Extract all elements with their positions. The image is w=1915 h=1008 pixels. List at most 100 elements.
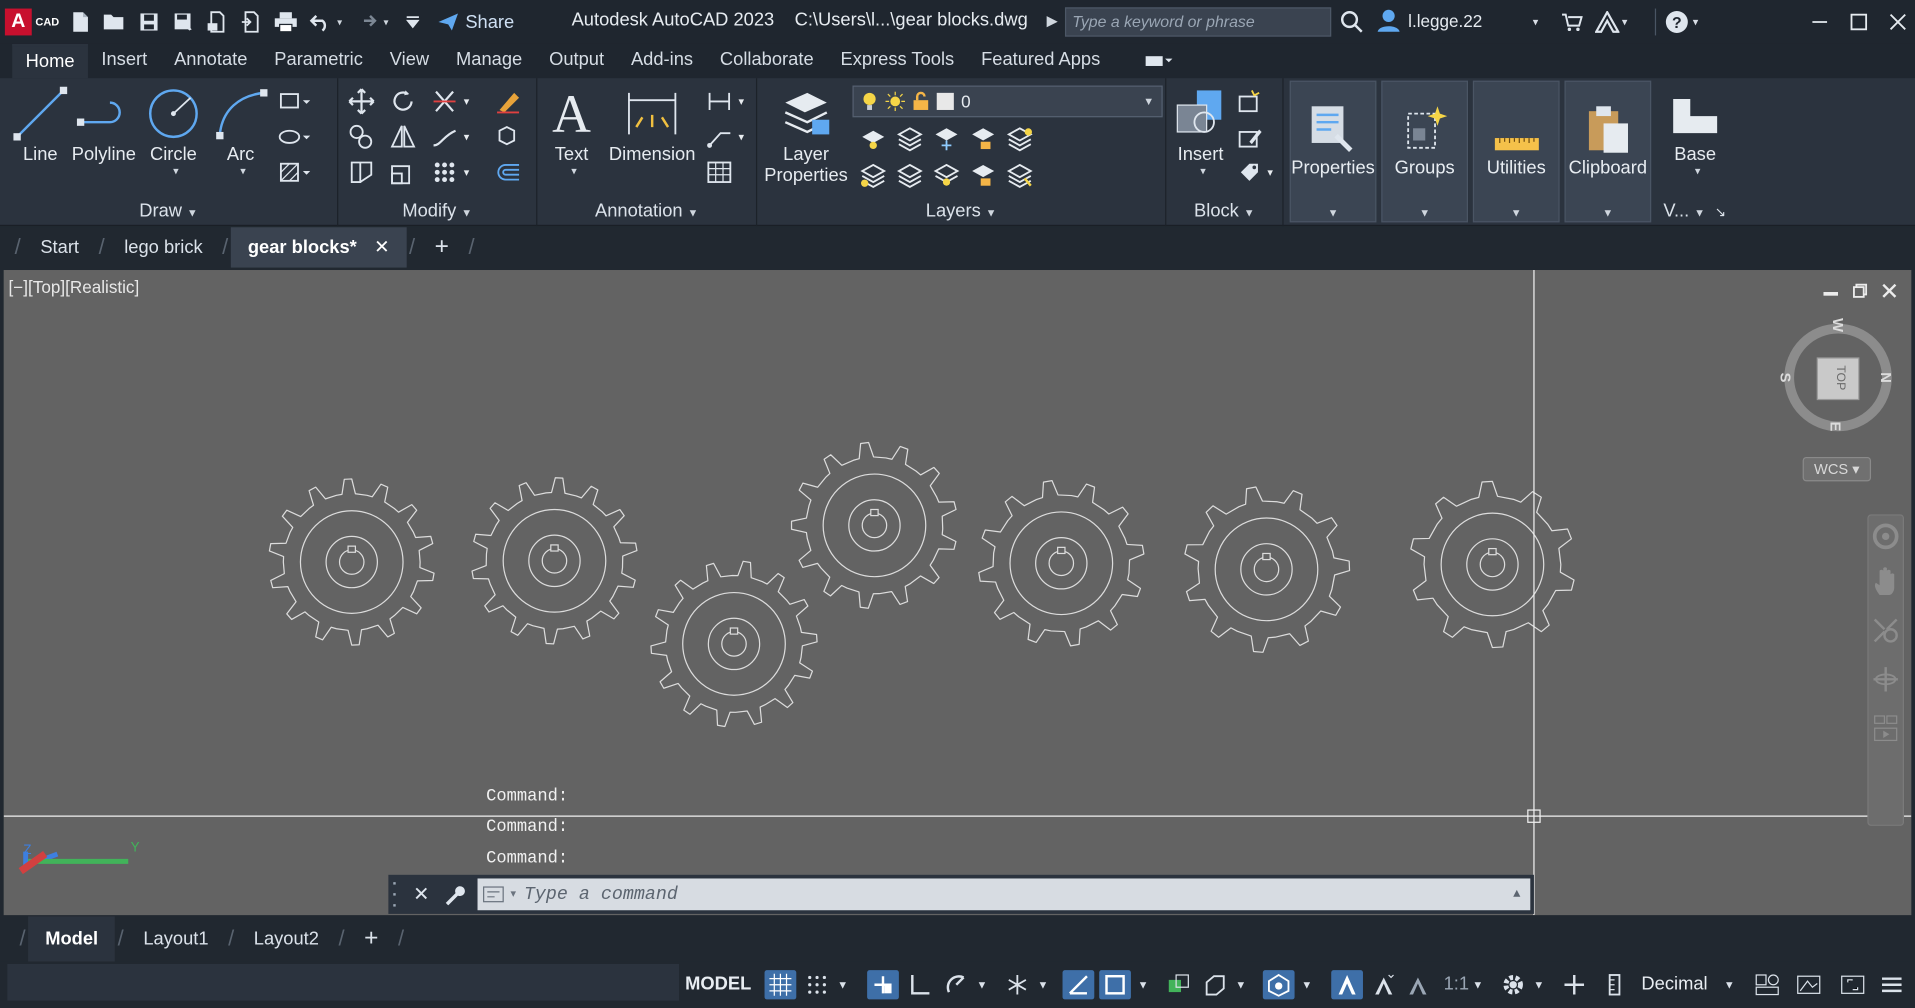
user-dropdown-icon[interactable]: ▾ — [1533, 7, 1539, 36]
circle-dropdown-icon[interactable]: ▾ — [147, 165, 206, 178]
annotation-scale-icon[interactable] — [1402, 970, 1434, 999]
tab-featured-apps[interactable]: Featured Apps — [968, 44, 1114, 78]
autodesk-app-store-icon[interactable] — [1561, 7, 1583, 36]
create-block-icon[interactable] — [1232, 86, 1269, 118]
plot-icon[interactable] — [269, 5, 303, 39]
zoom-extents-icon[interactable] — [1869, 606, 1903, 655]
dimension-button[interactable]: Dimension — [606, 83, 699, 165]
recent-commands-icon[interactable]: ▾ — [482, 885, 524, 905]
autodesk-account-icon[interactable]: ▾ — [1595, 7, 1627, 36]
table-icon[interactable] — [701, 156, 738, 188]
stretch-icon[interactable] — [343, 156, 380, 188]
offset-icon[interactable] — [490, 156, 527, 188]
polyline-button[interactable]: Polyline — [71, 83, 137, 165]
clipboard-button[interactable]: Clipboard ▼ — [1564, 80, 1652, 223]
tab-insert[interactable]: Insert — [88, 44, 161, 78]
app-logo[interactable]: A CAD — [0, 0, 64, 44]
layer-isolate-icon[interactable] — [892, 123, 929, 155]
customize-qat-icon[interactable] — [396, 5, 430, 39]
maximize-button[interactable] — [1837, 0, 1881, 44]
rectangle-icon[interactable] — [276, 86, 313, 118]
workspace-gear-icon[interactable] — [1497, 970, 1529, 999]
hatch-icon[interactable] — [276, 156, 313, 188]
move-icon[interactable] — [343, 86, 380, 118]
make-current-icon[interactable] — [855, 160, 892, 192]
ellipse-icon[interactable] — [276, 121, 313, 153]
layer-freeze-icon[interactable] — [928, 123, 965, 155]
trim-dropdown-icon[interactable]: ▾ — [458, 86, 475, 118]
minimize-button[interactable] — [1798, 0, 1842, 44]
auto-scale-icon[interactable] — [1368, 970, 1400, 999]
insert-button[interactable]: Insert ▾ — [1169, 83, 1233, 178]
drawing-viewport[interactable]: [−][Top][Realistic] Z Y TOP W E N S WCS … — [3, 270, 1912, 916]
gizmo-icon[interactable] — [1262, 970, 1295, 1000]
units-dropdown-icon[interactable]: ▼ — [1720, 970, 1740, 999]
layer-thaw-icon[interactable] — [928, 160, 965, 192]
scale-icon[interactable] — [385, 156, 422, 188]
layer-match-icon[interactable] — [1001, 123, 1038, 155]
wcs-menu[interactable]: WCS ▾ — [1802, 456, 1872, 482]
units-icon[interactable] — [1600, 970, 1632, 999]
command-history-expand-icon[interactable]: ▲ — [1513, 888, 1520, 901]
polar-dropdown-icon[interactable]: ▼ — [972, 970, 992, 999]
panel-launcher-icon[interactable]: ↘ — [1715, 205, 1726, 220]
object-snap-icon[interactable] — [1099, 970, 1131, 1000]
file-tab-start[interactable]: Start — [23, 227, 96, 267]
file-tab-lego-brick[interactable]: lego brick — [107, 227, 220, 267]
text-dropdown-icon[interactable]: ▾ — [550, 165, 599, 178]
infer-constraints-icon[interactable] — [867, 970, 899, 1000]
orbit-icon[interactable] — [1869, 655, 1903, 704]
tab-output[interactable]: Output — [536, 44, 618, 78]
command-line-grip-icon[interactable] — [393, 878, 405, 910]
polar-tracking-icon[interactable] — [940, 970, 972, 999]
arc-dropdown-icon[interactable]: ▾ — [215, 165, 271, 178]
layers-panel-title[interactable]: Layers ▼ — [757, 199, 1165, 223]
base-view-button[interactable]: Base ▾ — [1661, 83, 1729, 178]
new-file-icon[interactable] — [64, 5, 98, 39]
tab-view[interactable]: View — [376, 44, 442, 78]
command-customize-icon[interactable] — [437, 883, 471, 906]
pan-icon[interactable] — [1869, 557, 1903, 606]
explode-icon[interactable] — [490, 121, 527, 153]
block-attribute-dropdown-icon[interactable]: ▾ — [1262, 156, 1279, 188]
circle-button[interactable]: Circle ▾ — [142, 83, 206, 178]
show-lineweight-icon[interactable] — [1163, 970, 1195, 999]
insert-dropdown-icon[interactable]: ▾ — [1174, 165, 1233, 178]
layer-properties-button[interactable]: Layer Properties — [760, 83, 853, 186]
clean-screen-icon[interactable] — [1837, 970, 1869, 999]
redo-dropdown-icon[interactable]: ▾ — [383, 16, 395, 27]
quick-properties-icon[interactable] — [1751, 970, 1783, 999]
tab-collaborate[interactable]: Collaborate — [707, 44, 828, 78]
title-expand-icon[interactable]: ▶ — [1047, 12, 1058, 29]
undo-icon[interactable] — [303, 5, 337, 39]
osnap-dropdown-icon[interactable]: ▼ — [1133, 970, 1153, 999]
compass-west[interactable]: W — [1829, 318, 1846, 332]
draw-panel-title[interactable]: Draw ▼ — [0, 199, 337, 223]
command-input[interactable]: ▾ Type a command ▲ — [477, 878, 1531, 911]
text-button[interactable]: A Text ▾ — [545, 83, 599, 178]
command-close-icon[interactable]: ✕ — [405, 882, 437, 906]
layout-tab-model[interactable]: Model — [28, 916, 116, 962]
layer-dropdown[interactable]: 0 ▼ — [852, 85, 1163, 118]
grid-icon[interactable] — [764, 970, 797, 1000]
erase-icon[interactable] — [490, 86, 527, 118]
help-search-input[interactable]: Type a keyword or phrase — [1064, 7, 1332, 37]
isodraft-icon[interactable] — [1001, 970, 1033, 999]
units-value[interactable]: Decimal — [1641, 970, 1707, 999]
properties-button[interactable]: Properties ▼ — [1289, 80, 1377, 223]
fillet-dropdown-icon[interactable]: ▾ — [458, 121, 475, 153]
open-file-icon[interactable] — [98, 5, 132, 39]
annotation-panel-title[interactable]: Annotation ▼ — [537, 199, 756, 223]
leader-dropdown-icon[interactable]: ▾ — [733, 121, 750, 153]
new-layout-icon[interactable]: + — [347, 916, 395, 961]
share-button[interactable]: Share — [437, 12, 514, 32]
scale-dropdown-icon[interactable]: ▼ — [1468, 970, 1488, 999]
annotation-monitor-icon[interactable] — [1558, 970, 1590, 999]
graphics-performance-icon[interactable] — [1793, 970, 1825, 999]
file-tab-gear-blocks[interactable]: gear blocks* ✕ — [230, 227, 407, 268]
gizmo-dropdown-icon[interactable]: ▼ — [1297, 970, 1317, 999]
new-tab-icon[interactable]: + — [418, 227, 466, 267]
snap-dropdown-icon[interactable]: ▼ — [833, 970, 853, 999]
block-panel-title[interactable]: Block ▼ — [1166, 199, 1282, 223]
user-account[interactable]: l.legge.22 — [1376, 9, 1482, 33]
